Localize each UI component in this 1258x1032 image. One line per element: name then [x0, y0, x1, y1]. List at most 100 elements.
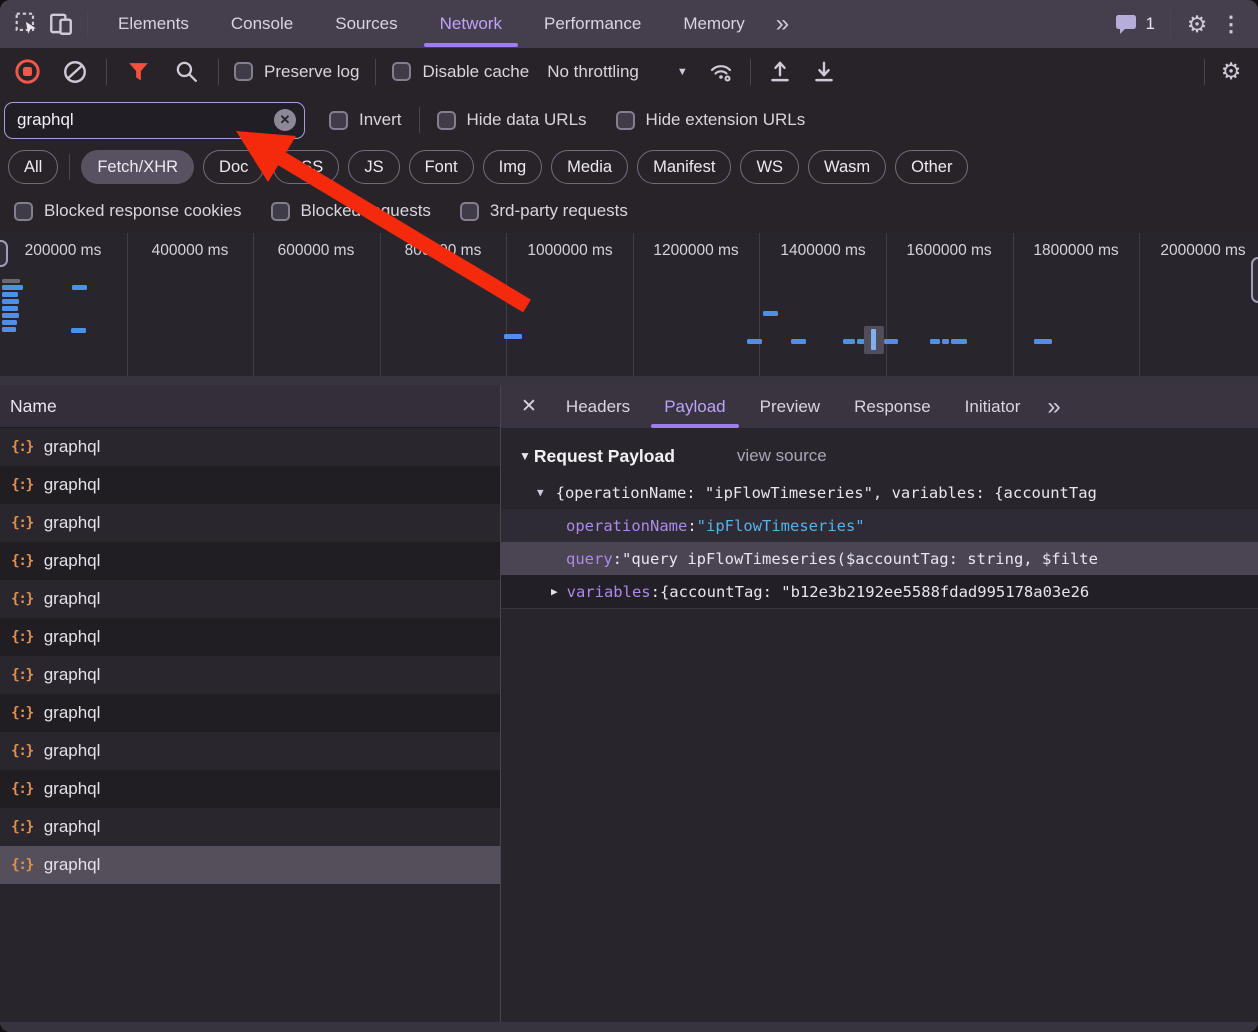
export-har-icon[interactable]	[807, 55, 841, 89]
clear-filter-icon[interactable]: ✕	[274, 109, 296, 131]
filter-chip-font[interactable]: Font	[409, 150, 474, 184]
request-row[interactable]: {:}graphql	[0, 808, 500, 846]
filter-chip-fetch-xhr[interactable]: Fetch/XHR	[81, 150, 194, 184]
network-conditions-icon[interactable]	[704, 55, 738, 89]
preserve-log-toggle[interactable]: Preserve log	[234, 62, 359, 82]
request-row[interactable]: {:}graphql	[0, 770, 500, 808]
disable-cache-checkbox[interactable]	[392, 62, 411, 81]
payload-row-variables[interactable]: ▶variables: {accountTag: "b12e3b2192ee55…	[501, 575, 1258, 608]
kebab-menu-icon[interactable]: ⋮	[1214, 7, 1248, 41]
request-row[interactable]: {:}graphql	[0, 694, 500, 732]
network-settings-gear-icon[interactable]: ⚙	[1214, 55, 1248, 89]
view-source-link[interactable]: view source	[737, 446, 827, 466]
invert-checkbox[interactable]	[329, 111, 348, 130]
filter-chip-js[interactable]: JS	[348, 150, 399, 184]
device-toolbar-icon[interactable]	[44, 7, 78, 41]
payload-divider	[501, 608, 1258, 609]
collapse-triangle-icon[interactable]: ▼	[537, 486, 544, 499]
import-har-icon[interactable]	[763, 55, 797, 89]
issues-counter[interactable]: 1	[1108, 12, 1161, 36]
search-icon[interactable]	[169, 55, 203, 89]
filter-3rd-party-requests-toggle[interactable]: 3rd-party requests	[460, 201, 628, 221]
request-name: graphql	[44, 551, 101, 571]
payload-row-operationname[interactable]: operationName: "ipFlowTimeseries"	[501, 509, 1258, 542]
detail-tab-headers[interactable]: Headers	[549, 385, 647, 428]
blocked-response-cookies-checkbox[interactable]	[14, 202, 33, 221]
main-tab-sources[interactable]: Sources	[314, 0, 418, 48]
clear-network-log-icon[interactable]	[58, 55, 92, 89]
hide-extension-urls-toggle[interactable]: Hide extension URLs	[616, 110, 806, 130]
main-tab-elements[interactable]: Elements	[97, 0, 210, 48]
details-more-tabs-icon[interactable]: »	[1037, 395, 1070, 419]
main-tab-memory[interactable]: Memory	[662, 0, 765, 48]
filter-chip-doc[interactable]: Doc	[203, 150, 264, 184]
more-tabs-icon[interactable]: »	[766, 12, 799, 36]
3rd-party-requests-checkbox[interactable]	[460, 202, 479, 221]
collapse-triangle-icon[interactable]: ▼	[519, 449, 531, 463]
filter-input[interactable]	[17, 110, 274, 130]
filter-funnel-icon[interactable]	[121, 55, 155, 89]
request-row[interactable]: {:}graphql	[0, 466, 500, 504]
payload-panel: ▼ Request Payload view source ▼ {operati…	[501, 428, 1258, 1022]
chips-divider	[69, 154, 70, 180]
detail-tab-response[interactable]: Response	[837, 385, 948, 428]
request-row[interactable]: {:}graphql	[0, 846, 500, 884]
filter-blocked-requests-toggle[interactable]: Blocked requests	[271, 201, 431, 221]
filter-chip-media[interactable]: Media	[551, 150, 628, 184]
request-payload-header[interactable]: ▼ Request Payload view source	[501, 428, 1258, 476]
inspect-element-icon[interactable]	[10, 7, 44, 41]
request-row[interactable]: {:}graphql	[0, 542, 500, 580]
detail-tab-preview[interactable]: Preview	[743, 385, 837, 428]
request-row[interactable]: {:}graphql	[0, 618, 500, 656]
filter-blocked-response-cookies-toggle[interactable]: Blocked response cookies	[14, 201, 242, 221]
payload-colon: :	[613, 550, 622, 568]
invert-toggle[interactable]: Invert	[329, 110, 402, 130]
filter-chip-other[interactable]: Other	[895, 150, 968, 184]
filter-chip-ws[interactable]: WS	[740, 150, 799, 184]
request-name: graphql	[44, 437, 101, 457]
preserve-log-checkbox[interactable]	[234, 62, 253, 81]
payload-key: query	[566, 550, 613, 568]
request-row[interactable]: {:}graphql	[0, 428, 500, 466]
details-tabs: HeadersPayloadPreviewResponseInitiator	[549, 385, 1037, 428]
timeline-gridline	[1139, 233, 1140, 376]
expander-icon[interactable]: ▶	[551, 585, 558, 598]
hide-data-urls-toggle[interactable]: Hide data URLs	[437, 110, 587, 130]
filter-chip-img[interactable]: Img	[483, 150, 543, 184]
chevron-down-icon: ▼	[677, 66, 688, 78]
request-row[interactable]: {:}graphql	[0, 732, 500, 770]
filter-chip-css[interactable]: CSS	[273, 150, 339, 184]
detail-tab-payload[interactable]: Payload	[647, 385, 742, 428]
payload-row-query[interactable]: query: "query ipFlowTimeseries($accountT…	[501, 542, 1258, 575]
main-tab-network[interactable]: Network	[419, 0, 523, 48]
filter-chip-manifest[interactable]: Manifest	[637, 150, 731, 184]
detail-tab-initiator[interactable]: Initiator	[948, 385, 1038, 428]
filter-chip-all[interactable]: All	[8, 150, 58, 184]
main-tabbar: ElementsConsoleSourcesNetworkPerformance…	[0, 0, 1258, 48]
throttling-dropdown[interactable]: No throttling ▼	[547, 62, 688, 82]
filter-chip-wasm[interactable]: Wasm	[808, 150, 886, 184]
request-payload-title: Request Payload	[534, 446, 675, 467]
request-row[interactable]: {:}graphql	[0, 504, 500, 542]
timeline-request-bar	[2, 327, 16, 332]
name-column-header[interactable]: Name	[0, 385, 500, 428]
toolbar-divider	[750, 59, 751, 85]
request-row[interactable]: {:}graphql	[0, 580, 500, 618]
timeline-left-handle[interactable]	[0, 240, 8, 267]
close-details-icon[interactable]: ✕	[515, 395, 549, 418]
json-braces-icon: {:}	[11, 705, 33, 721]
record-network-log-icon[interactable]	[10, 55, 44, 89]
json-braces-icon: {:}	[11, 667, 33, 683]
payload-summary-row[interactable]: ▼ {operationName: "ipFlowTimeseries", va…	[501, 476, 1258, 509]
timeline-right-handle[interactable]	[1251, 257, 1258, 303]
disable-cache-toggle[interactable]: Disable cache	[392, 62, 529, 82]
settings-gear-icon[interactable]: ⚙	[1180, 7, 1214, 41]
blocked-requests-checkbox[interactable]	[271, 202, 290, 221]
timeline-request-bar	[747, 339, 762, 344]
main-tab-console[interactable]: Console	[210, 0, 314, 48]
request-row[interactable]: {:}graphql	[0, 656, 500, 694]
hide-data-urls-checkbox[interactable]	[437, 111, 456, 130]
hide-extension-urls-checkbox[interactable]	[616, 111, 635, 130]
toolbar-divider	[1204, 59, 1205, 85]
main-tab-performance[interactable]: Performance	[523, 0, 662, 48]
